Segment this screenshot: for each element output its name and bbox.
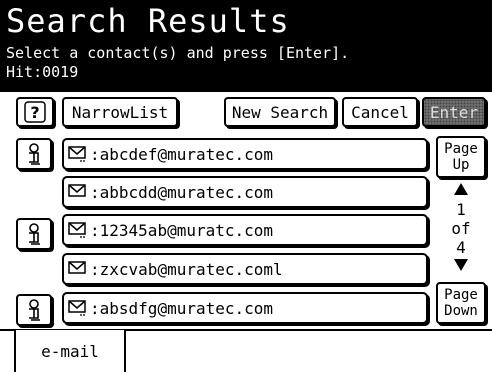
row-prefix: :	[90, 182, 100, 202]
down-arrow-icon	[436, 258, 486, 276]
envelope-icon	[68, 260, 88, 278]
contact-info-button[interactable]	[16, 218, 52, 250]
tab-email[interactable]: e-mail	[14, 330, 126, 372]
result-row[interactable]: : abcdef@muratec.com	[62, 138, 428, 170]
result-row[interactable]: : zxcvab@muratec.coml	[62, 253, 428, 285]
result-row[interactable]: : abbcdd@muratec.com	[62, 176, 428, 208]
hit-count: Hit:0019	[6, 63, 79, 81]
email-address: 12345ab@muratc.com	[99, 220, 274, 240]
contact-info-button[interactable]	[16, 294, 52, 326]
current-page: 1	[456, 200, 466, 219]
row-prefix: :	[90, 144, 100, 164]
person-info-icon	[29, 223, 40, 245]
result-row[interactable]: :12345ab@muratc.com	[62, 214, 428, 246]
page-down-button[interactable]: Page Down	[436, 282, 486, 324]
page-up-label-line2: Up	[452, 157, 470, 173]
email-address: abbcdd@muratec.com	[99, 182, 274, 202]
envelope-icon	[68, 299, 88, 317]
email-address: absdfg@muratec.com	[99, 298, 274, 318]
result-row[interactable]: : absdfg@muratec.com	[62, 292, 428, 324]
question-mark-icon: ?	[24, 101, 46, 123]
row-prefix: :	[90, 298, 100, 318]
page-of-label: of	[451, 219, 471, 238]
up-arrow-icon	[436, 182, 486, 200]
email-address: abcdef@muratec.com	[99, 144, 274, 164]
instruction-text: Select a contact(s) and press [Enter].	[6, 44, 350, 62]
page-down-label-line2: Down	[444, 303, 478, 319]
email-address: zxcvab@muratec.coml	[99, 259, 283, 279]
new-search-button[interactable]: New Search	[224, 97, 336, 127]
envelope-icon	[68, 183, 88, 201]
page-up-button[interactable]: Page Up	[436, 136, 486, 178]
row-prefix: :	[90, 220, 100, 240]
page-up-label-line1: Page	[444, 141, 478, 157]
page-down-label-line1: Page	[444, 287, 478, 303]
help-button[interactable]: ?	[16, 97, 54, 127]
row-prefix: :	[90, 259, 100, 279]
envelope-icon	[68, 221, 88, 239]
page-title: Search Results	[6, 2, 290, 40]
contact-info-button[interactable]	[16, 138, 52, 170]
enter-button[interactable]: Enter	[422, 97, 486, 127]
total-pages: 4	[456, 238, 466, 257]
screen-header: Search Results Select a contact(s) and p…	[0, 0, 492, 92]
person-info-icon	[29, 143, 40, 165]
envelope-icon	[68, 145, 88, 163]
narrow-list-button[interactable]: NarrowList	[62, 97, 178, 127]
person-info-icon	[29, 299, 40, 321]
cancel-button[interactable]: Cancel	[342, 97, 418, 127]
svg-text:?: ?	[30, 103, 39, 122]
